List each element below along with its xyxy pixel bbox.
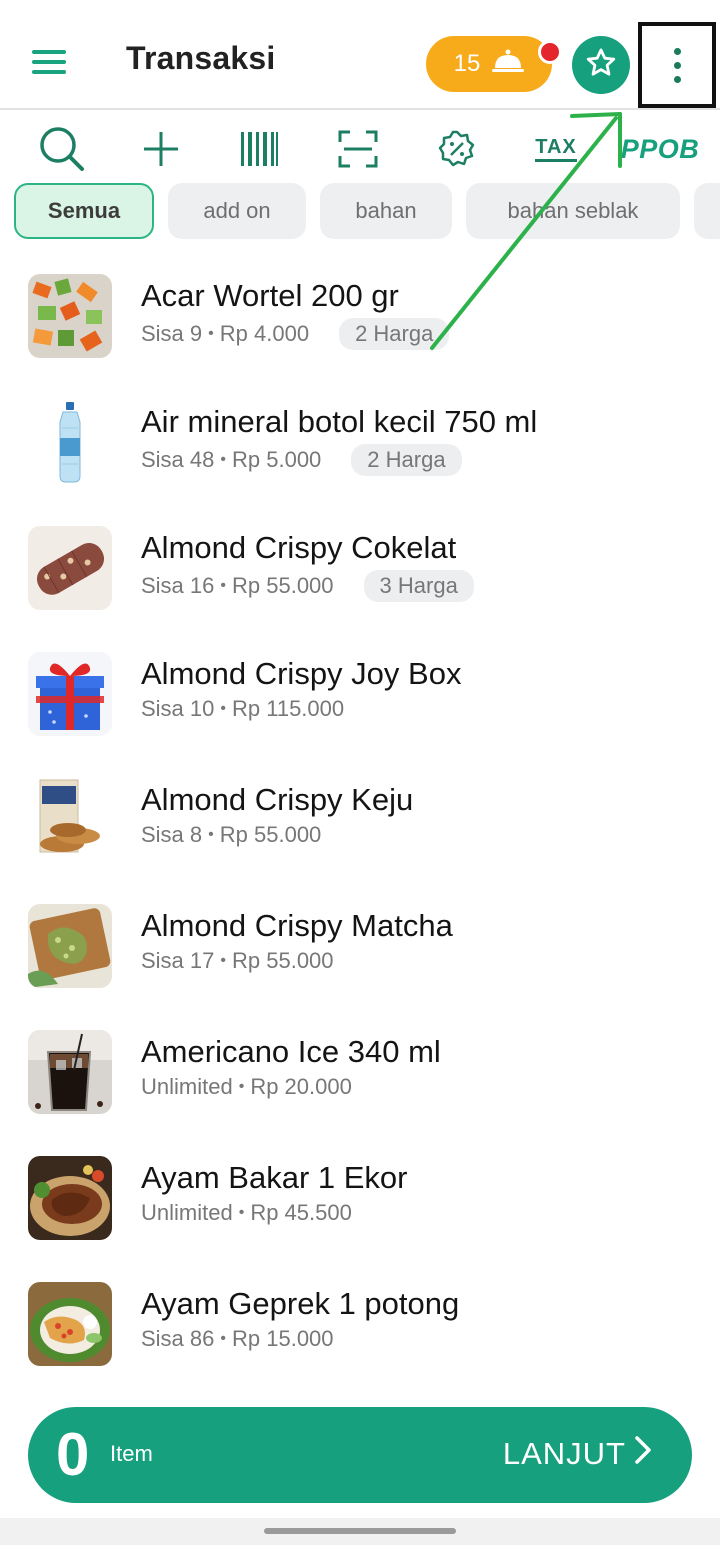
product-meta: Sisa 48 • Rp 5.000 2 Harga [141, 444, 462, 476]
product-name: Almond Crispy Cokelat [141, 530, 457, 565]
product-row[interactable]: Air mineral botol kecil 750 ml Sisa 48 •… [0, 378, 720, 504]
gesture-handle[interactable] [264, 1528, 456, 1534]
product-stock: Unlimited [141, 1200, 233, 1225]
tax-icon[interactable]: TAX [526, 124, 586, 174]
product-name: Air mineral botol kecil 750 ml [141, 404, 538, 439]
product-row[interactable]: Almond Crispy Matcha Sisa 17 • Rp 55.000 [0, 882, 720, 1008]
scan-icon[interactable] [328, 124, 388, 174]
product-thumbnail [28, 274, 112, 358]
price-variants-badge: 2 Harga [351, 444, 462, 476]
more-vert-icon [673, 47, 681, 55]
product-stock: Sisa 10 [141, 696, 215, 721]
app-header: Transaksi 15 [0, 0, 720, 110]
product-thumbnail [28, 400, 112, 484]
chip-bahan-seblak[interactable]: bahan seblak [466, 183, 680, 239]
price-variants-badge: 3 Harga [363, 570, 474, 602]
chip-add-on[interactable]: add on [168, 183, 306, 239]
product-thumbnail [28, 904, 112, 988]
product-meta: Sisa 17 • Rp 55.000 [141, 948, 334, 973]
product-row[interactable]: Acar Wortel 200 gr Sisa 9 • Rp 4.000 2 H… [0, 252, 720, 378]
product-meta: Sisa 9 • Rp 4.000 2 Harga [141, 318, 450, 350]
product-stock: Sisa 48 [141, 447, 215, 472]
action-toolbar: TAX PPOB [0, 114, 720, 180]
ppob-icon[interactable]: PPOB [620, 124, 700, 174]
product-price: Rp 55.000 [232, 948, 334, 973]
product-stock: Sisa 8 [141, 822, 203, 847]
cart-item-count: 0 [56, 1421, 90, 1488]
add-icon[interactable] [131, 124, 191, 174]
product-thumbnail [28, 778, 112, 862]
product-row[interactable]: Ayam Geprek 1 potong Sisa 86 • Rp 15.000 [0, 1260, 720, 1386]
product-price: Rp 4.000 [219, 321, 310, 346]
barcode-icon[interactable] [229, 124, 289, 174]
product-thumbnail [28, 1282, 112, 1366]
product-name: Americano Ice 340 ml [141, 1034, 441, 1069]
more-options-button[interactable] [638, 22, 716, 108]
product-name: Almond Crispy Joy Box [141, 656, 462, 691]
chip-semua[interactable]: Semua [14, 183, 154, 239]
product-meta: Unlimited • Rp 20.000 [141, 1074, 352, 1099]
product-row[interactable]: Almond Crispy Cokelat Sisa 16 • Rp 55.00… [0, 504, 720, 630]
continue-label: LANJUT [503, 1435, 652, 1473]
discount-icon[interactable] [427, 124, 487, 174]
product-name: Ayam Bakar 1 Ekor [141, 1160, 408, 1195]
product-thumbnail [28, 652, 112, 736]
cloche-icon [492, 48, 525, 81]
orders-button[interactable]: 15 [426, 36, 552, 92]
product-stock: Sisa 17 [141, 948, 215, 973]
product-price: Rp 15.000 [232, 1326, 334, 1351]
product-thumbnail [28, 1156, 112, 1240]
product-stock: Sisa 86 [141, 1326, 215, 1351]
category-filter-bar: Semua add on bahan bahan seblak [0, 183, 720, 241]
star-icon [584, 46, 618, 85]
page-title: Transaksi [126, 40, 276, 76]
system-nav-bar [0, 1518, 720, 1545]
product-row[interactable]: Ayam Bakar 1 Ekor Unlimited • Rp 45.500 [0, 1134, 720, 1260]
product-price: Rp 55.000 [232, 573, 334, 598]
chevron-right-icon [634, 1435, 652, 1473]
product-name: Almond Crispy Keju [141, 782, 414, 817]
chip-bahan[interactable]: bahan [320, 183, 452, 239]
product-row[interactable]: Almond Crispy Keju Sisa 8 • Rp 55.000 [0, 756, 720, 882]
product-stock: Sisa 16 [141, 573, 215, 598]
product-meta: Sisa 16 • Rp 55.000 3 Harga [141, 570, 474, 602]
product-thumbnail [28, 526, 112, 610]
product-meta: Sisa 8 • Rp 55.000 [141, 822, 322, 847]
notification-dot [538, 40, 562, 64]
search-icon[interactable] [32, 124, 92, 174]
product-meta: Unlimited • Rp 45.500 [141, 1200, 352, 1225]
product-price: Rp 20.000 [250, 1074, 352, 1099]
product-name: Acar Wortel 200 gr [141, 278, 399, 313]
product-row[interactable]: Almond Crispy Joy Box Sisa 10 • Rp 115.0… [0, 630, 720, 756]
product-meta: Sisa 10 • Rp 115.000 [141, 696, 345, 721]
product-price: Rp 45.500 [250, 1200, 352, 1225]
favorite-button[interactable] [572, 36, 630, 94]
product-price: Rp 55.000 [219, 822, 322, 847]
product-stock: Sisa 9 [141, 321, 203, 346]
product-meta: Sisa 86 • Rp 15.000 [141, 1326, 334, 1351]
product-row[interactable]: Americano Ice 340 ml Unlimited • Rp 20.0… [0, 1008, 720, 1134]
chip-more[interactable] [694, 183, 720, 239]
product-name: Almond Crispy Matcha [141, 908, 453, 943]
product-stock: Unlimited [141, 1074, 233, 1099]
product-price: Rp 5.000 [232, 447, 322, 472]
checkout-button[interactable]: 0 Item LANJUT [28, 1407, 692, 1503]
menu-icon[interactable] [32, 50, 66, 74]
product-price: Rp 115.000 [232, 696, 345, 721]
cart-item-label: Item [110, 1441, 153, 1466]
orders-count: 15 [453, 50, 481, 77]
product-name: Ayam Geprek 1 potong [141, 1286, 460, 1321]
product-thumbnail [28, 1030, 112, 1114]
price-variants-badge: 2 Harga [339, 318, 450, 350]
